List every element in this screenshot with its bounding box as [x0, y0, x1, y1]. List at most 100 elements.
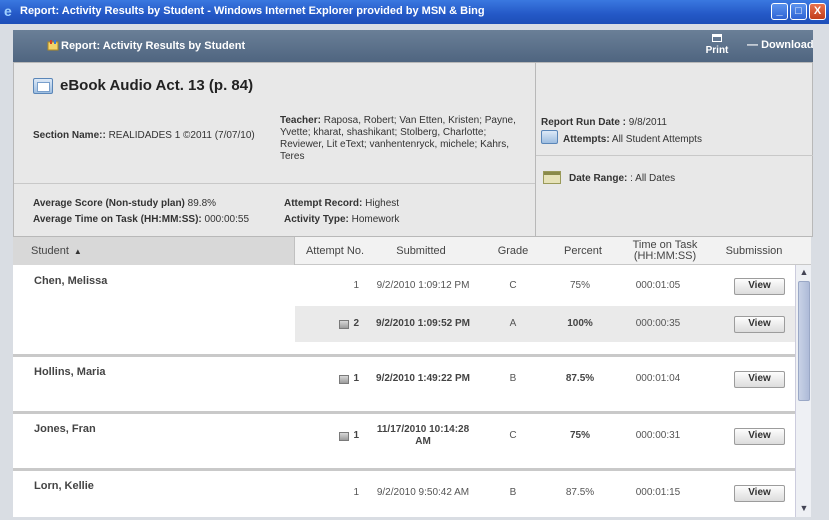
activity-type-label: Activity Type: [284, 214, 349, 225]
percent-column-header: Percent [564, 244, 602, 257]
maximize-button[interactable]: □ [790, 3, 807, 20]
attempt-detail-icon[interactable] [339, 431, 350, 441]
student-header-label: Student [31, 244, 69, 257]
teacher-label: Teacher: [280, 115, 321, 126]
view-button[interactable]: View [734, 315, 785, 333]
teacher-list: Teacher: Raposa, Robert; Van Etten, Kris… [280, 115, 520, 163]
avg-score-label: Average Score (Non-study plan) [33, 198, 185, 209]
info-divider [536, 155, 813, 156]
attempt-column-header: Attempt No. [305, 244, 365, 257]
report-run-date: Report Run Date : 9/8/2011 [541, 117, 667, 128]
section-name-label: Section Name:: [33, 130, 106, 141]
student-name: Lorn, Kellie [34, 480, 94, 492]
download-icon: — [747, 39, 758, 51]
activity-title: eBook Audio Act. 13 (p. 84) [60, 77, 254, 94]
submitted-date: 9/2/2010 1:09:12 PM [376, 280, 470, 291]
attempts-value: All Student Attempts [611, 134, 702, 145]
close-button[interactable]: X [809, 3, 826, 20]
date-range-label: Date Range: [569, 173, 628, 184]
section-name: Section Name:: REALIDADES 1 ©2011 (7/07/… [33, 130, 255, 141]
attempt-number-value: 2 [353, 318, 359, 329]
attempt-row: 1 9/2/2010 1:49:22 PM B 87.5% 000:01:04 … [295, 361, 795, 397]
attempt-number-value: 1 [353, 280, 359, 291]
attempt-number-value: 1 [353, 373, 359, 384]
time-on-task: 000:00:31 [635, 430, 681, 441]
print-button[interactable]: Print [701, 32, 733, 60]
submission-cell: View [732, 475, 787, 511]
scrollbar-thumb[interactable] [798, 281, 810, 401]
report-title: Report: Activity Results by Student [61, 40, 246, 52]
run-date-label: Report Run Date : [541, 117, 626, 128]
view-button[interactable]: View [734, 277, 785, 295]
report-icon [47, 40, 59, 51]
print-label: Print [705, 45, 729, 56]
time-on-task: 000:01:05 [635, 280, 681, 291]
view-button[interactable]: View [734, 370, 785, 388]
view-button[interactable]: View [734, 427, 785, 445]
grade: B [509, 373, 517, 384]
date-range-filter: Date Range: : All Dates [569, 173, 675, 184]
window-title-bar: e Report: Activity Results by Student - … [0, 0, 829, 24]
submitted-date: 11/17/2010 10:14:28 AM [376, 424, 470, 447]
submitted-date: 9/2/2010 1:49:22 PM [376, 373, 470, 384]
download-label: Download [761, 39, 814, 51]
attempt-row: 1 11/17/2010 10:14:28 AM C 75% 000:00:31… [295, 418, 795, 454]
attempts-icon [541, 130, 558, 144]
submission-cell: View [732, 268, 787, 304]
time-column-header: Time on Task (HH:MM:SS) [632, 239, 698, 262]
submitted-column-header: Submitted [396, 244, 446, 257]
submission-cell: View [732, 306, 787, 342]
student-group: Lorn, Kellie 1 9/2/2010 9:50:42 AM B 87.… [13, 471, 795, 517]
download-button[interactable]: — Download [747, 39, 814, 51]
grade: A [509, 318, 517, 329]
vertical-scrollbar[interactable]: ▲ ▼ [795, 265, 811, 517]
student-group: Jones, Fran 1 11/17/2010 10:14:28 AM C 7… [13, 414, 795, 471]
average-stats: Average Score (Non-study plan) 89.8% Ave… [33, 196, 249, 228]
percent: 87.5% [565, 487, 595, 498]
percent: 87.5% [565, 373, 595, 384]
run-date-value: 9/8/2011 [628, 117, 667, 128]
attempt-record-label: Attempt Record: [284, 198, 363, 209]
submission-cell: View [732, 361, 787, 397]
percent: 75% [569, 430, 590, 441]
attempt-record-value: Highest [365, 198, 400, 209]
attempt-detail-icon[interactable] [339, 319, 350, 329]
date-range-value: : All Dates [630, 173, 676, 184]
report-header-bar: Report: Activity Results by Student Prin… [13, 30, 814, 62]
time-on-task: 000:01:04 [635, 373, 681, 384]
percent: 75% [569, 280, 590, 291]
grade: C [509, 280, 517, 291]
time-on-task: 000:00:35 [635, 318, 681, 329]
grid-header: Student ▲ Attempt No. Submitted Grade Pe… [13, 237, 811, 265]
grade: C [509, 430, 517, 441]
student-name: Chen, Melissa [34, 275, 108, 287]
activity-type-value: Homework [351, 214, 400, 225]
scroll-up-arrow[interactable]: ▲ [797, 265, 811, 279]
scroll-down-arrow[interactable]: ▼ [797, 501, 811, 515]
attempt-number: 1 [295, 418, 385, 454]
avg-time-value: 000:00:55 [204, 214, 250, 225]
grade: B [509, 487, 517, 498]
minimize-button[interactable]: _ [771, 3, 788, 20]
submission-column-header: Submission [725, 244, 783, 257]
attempt-row: 1 9/2/2010 9:50:42 AM B 87.5% 000:01:15 … [295, 475, 795, 511]
view-button[interactable]: View [734, 484, 785, 502]
window-title: Report: Activity Results by Student - Wi… [20, 5, 485, 17]
attempt-detail-icon[interactable] [339, 374, 350, 384]
results-grid: Student ▲ Attempt No. Submitted Grade Pe… [13, 237, 811, 517]
ebook-activity-icon [33, 78, 53, 94]
attempts-filter: Attempts: All Student Attempts [563, 134, 702, 145]
internet-explorer-icon: e [4, 3, 12, 19]
attempts-label: Attempts: [563, 134, 610, 145]
student-group: Chen, Melissa 1 9/2/2010 1:09:12 PM C 75… [13, 266, 795, 357]
attempt-row: 1 9/2/2010 1:09:12 PM C 75% 000:01:05 Vi… [295, 268, 795, 304]
student-column-header[interactable]: Student ▲ [31, 237, 82, 265]
submitted-date: 9/2/2010 9:50:42 AM [376, 487, 470, 498]
calendar-icon [543, 171, 561, 184]
time-on-task: 000:01:15 [635, 487, 681, 498]
info-divider [14, 183, 535, 184]
attempt-number-value: 1 [353, 430, 359, 441]
attempt-row: 2 9/2/2010 1:09:52 PM A 100% 000:00:35 V… [295, 306, 795, 342]
printer-icon [712, 34, 722, 42]
info-divider [535, 63, 536, 236]
